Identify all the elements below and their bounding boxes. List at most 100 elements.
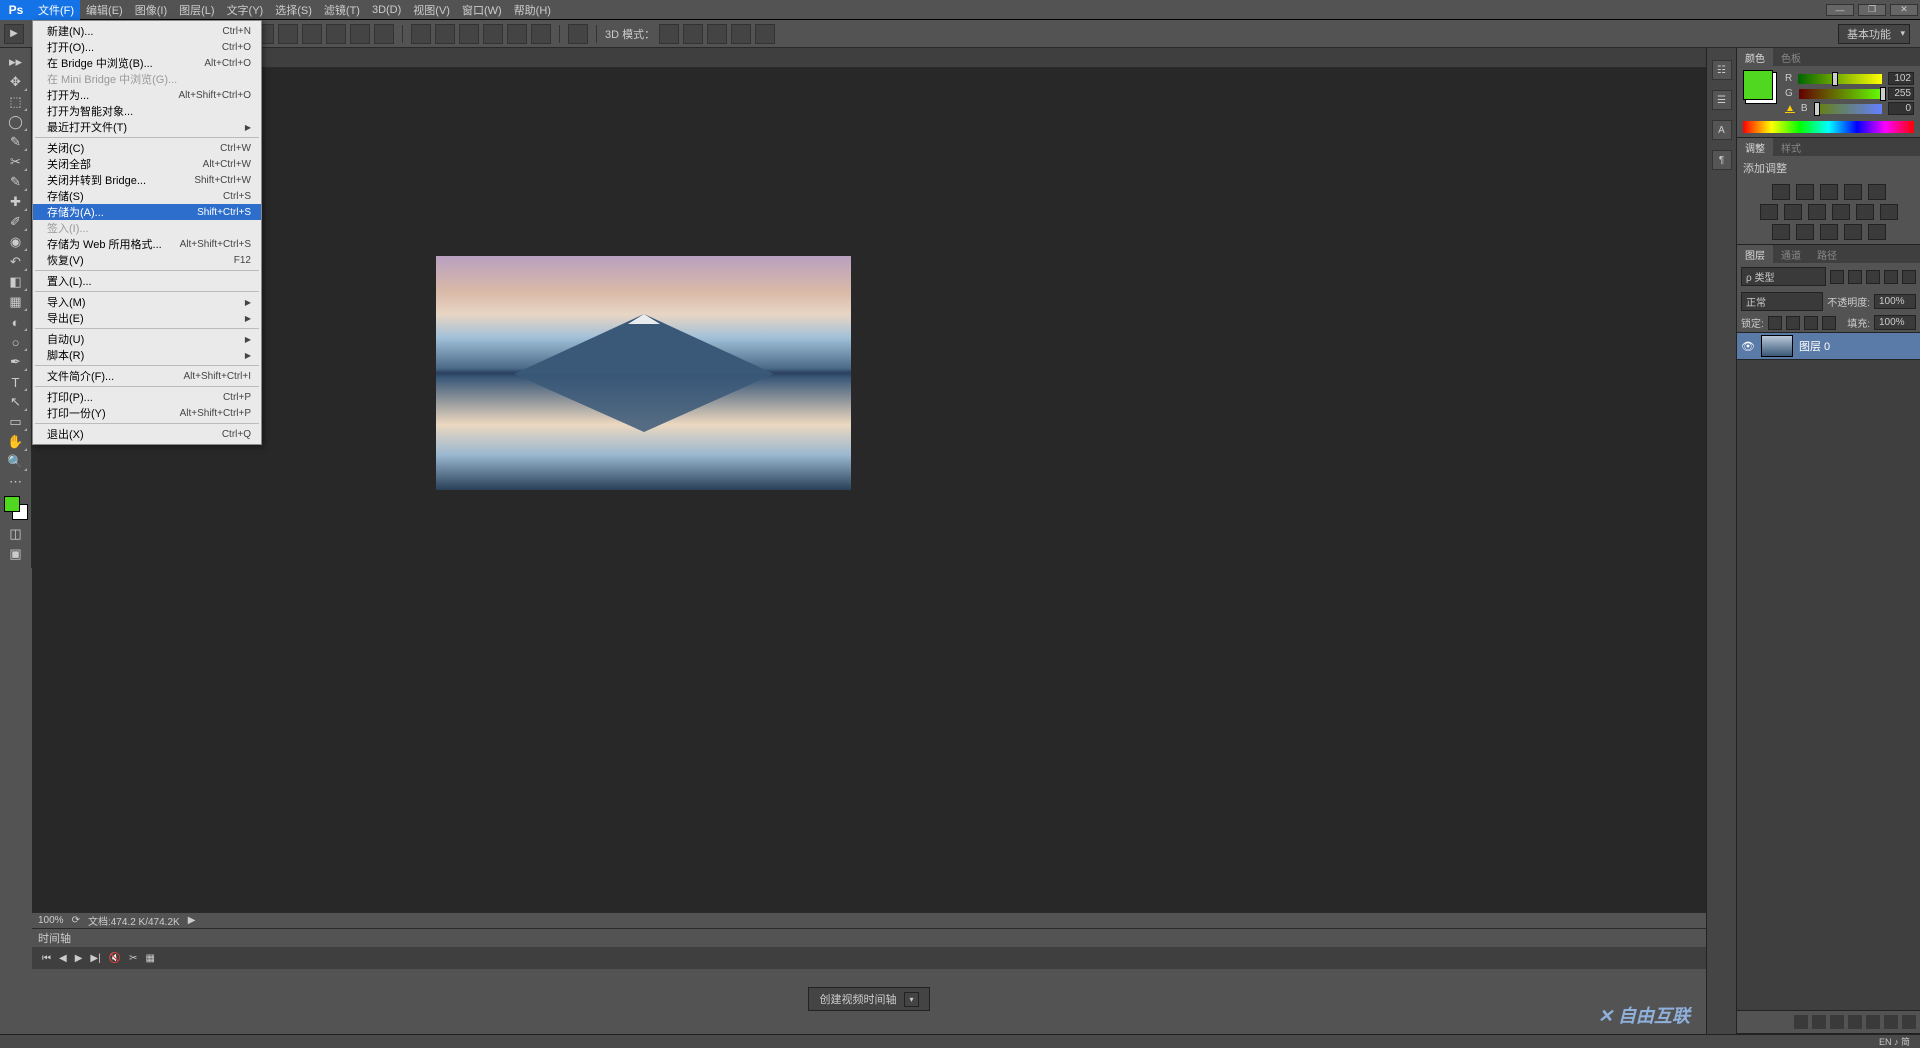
r-slider[interactable]	[1798, 74, 1882, 84]
zoom-level[interactable]: 100%	[38, 915, 64, 926]
menu-item[interactable]: 打开(O)...Ctrl+O	[33, 39, 261, 55]
menu-item[interactable]: 置入(L)...	[33, 273, 261, 289]
next-frame-icon[interactable]: ▶|	[90, 953, 100, 964]
menu-window[interactable]: 窗口(W)	[456, 0, 508, 20]
minimize-button[interactable]: —	[1826, 4, 1854, 16]
menu-item[interactable]: 关闭(C)Ctrl+W	[33, 140, 261, 156]
menu-item[interactable]: 导入(M)	[33, 294, 261, 310]
opacity-value[interactable]: 100%	[1874, 294, 1916, 309]
menu-item[interactable]: 自动(U)	[33, 331, 261, 347]
create-timeline-dropdown-icon[interactable]: ▾	[904, 992, 918, 1007]
align-top-icon[interactable]	[326, 24, 346, 44]
adjustments-tab[interactable]: 调整	[1737, 138, 1773, 156]
align-vcenter-icon[interactable]	[350, 24, 370, 44]
posterize-adj-icon[interactable]	[1796, 224, 1814, 240]
bw-adj-icon[interactable]	[1808, 204, 1826, 220]
lasso-tool-icon[interactable]: ◯	[4, 112, 28, 132]
gradientmap-adj-icon[interactable]	[1844, 224, 1862, 240]
menu-item[interactable]: 存储为(A)...Shift+Ctrl+S	[33, 204, 261, 220]
timeline-tab[interactable]: 时间轴	[32, 929, 1706, 947]
healing-brush-tool-icon[interactable]: ✚	[4, 192, 28, 212]
invert-adj-icon[interactable]	[1772, 224, 1790, 240]
tool-preset-icon[interactable]: ▶	[4, 24, 24, 44]
photofilter-adj-icon[interactable]	[1832, 204, 1850, 220]
menu-item[interactable]: 打开为...Alt+Shift+Ctrl+O	[33, 87, 261, 103]
zoom-icon[interactable]: ⟳	[72, 915, 80, 926]
channels-tab[interactable]: 通道	[1773, 245, 1809, 263]
hue-adj-icon[interactable]	[1760, 204, 1778, 220]
create-video-timeline-button[interactable]: 创建视频时间轴 ▾	[808, 987, 929, 1011]
new-fill-adj-icon[interactable]	[1848, 1015, 1862, 1029]
filter-adjust-icon[interactable]	[1848, 270, 1862, 284]
dodge-tool-icon[interactable]: ○	[4, 332, 28, 352]
menu-3d[interactable]: 3D(D)	[366, 0, 407, 20]
shape-tool-icon[interactable]: ▭	[4, 412, 28, 432]
new-layer-icon[interactable]	[1884, 1015, 1898, 1029]
channelmixer-adj-icon[interactable]	[1856, 204, 1874, 220]
marquee-tool-icon[interactable]: ⬚	[4, 92, 28, 112]
new-group-icon[interactable]	[1866, 1015, 1880, 1029]
doc-info-arrow-icon[interactable]: ▶	[188, 915, 196, 926]
align-hcenter-icon[interactable]	[278, 24, 298, 44]
3d-zoom-icon[interactable]	[755, 24, 775, 44]
layers-tab[interactable]: 图层	[1737, 245, 1773, 263]
selectivecolor-adj-icon[interactable]	[1868, 224, 1886, 240]
distribute-right-icon[interactable]	[531, 24, 551, 44]
menu-item[interactable]: 恢复(V)F12	[33, 252, 261, 268]
lock-all-icon[interactable]	[1822, 316, 1836, 330]
mute-icon[interactable]: 🔇	[109, 953, 121, 964]
b-value[interactable]: 0	[1888, 102, 1914, 115]
brightness-adj-icon[interactable]	[1772, 184, 1790, 200]
edit-toolbar-icon[interactable]: ⋯	[4, 472, 28, 492]
color-tab[interactable]: 颜色	[1737, 48, 1773, 66]
menu-view[interactable]: 视图(V)	[407, 0, 456, 20]
menu-file[interactable]: 文件(F)	[32, 0, 80, 20]
gradient-tool-icon[interactable]: ▦	[4, 292, 28, 312]
paths-tab[interactable]: 路径	[1809, 245, 1845, 263]
hand-tool-icon[interactable]: ✋	[4, 432, 28, 452]
menu-item[interactable]: 打印一份(Y)Alt+Shift+Ctrl+P	[33, 405, 261, 421]
distribute-top-icon[interactable]	[411, 24, 431, 44]
menu-item[interactable]: 在 Bridge 中浏览(B)...Alt+Ctrl+O	[33, 55, 261, 71]
split-icon[interactable]: ✂	[129, 953, 137, 964]
align-bottom-icon[interactable]	[374, 24, 394, 44]
layer-name[interactable]: 图层 0	[1799, 338, 1830, 354]
blur-tool-icon[interactable]: ◐	[4, 312, 28, 332]
exposure-adj-icon[interactable]	[1844, 184, 1862, 200]
levels-adj-icon[interactable]	[1796, 184, 1814, 200]
menu-item[interactable]: 存储为 Web 所用格式...Alt+Shift+Ctrl+S	[33, 236, 261, 252]
vibrance-adj-icon[interactable]	[1868, 184, 1886, 200]
filter-smart-icon[interactable]	[1902, 270, 1916, 284]
clone-stamp-tool-icon[interactable]: ◉	[4, 232, 28, 252]
distribute-vcenter-icon[interactable]	[435, 24, 455, 44]
curves-adj-icon[interactable]	[1820, 184, 1838, 200]
menu-layer[interactable]: 图层(L)	[173, 0, 220, 20]
goto-first-icon[interactable]: ⏮	[42, 953, 51, 964]
filter-type-icon[interactable]	[1866, 270, 1880, 284]
close-button[interactable]: ✕	[1890, 4, 1918, 16]
3d-roll-icon[interactable]	[683, 24, 703, 44]
r-value[interactable]: 102	[1888, 72, 1914, 85]
foreground-color[interactable]	[4, 496, 20, 512]
align-right-icon[interactable]	[302, 24, 322, 44]
layer-filter-kind[interactable]: ρ 类型	[1741, 267, 1826, 286]
maximize-button[interactable]: ❐	[1858, 4, 1886, 16]
zoom-tool-icon[interactable]: 🔍	[4, 452, 28, 472]
layer-fx-icon[interactable]	[1812, 1015, 1826, 1029]
menu-help[interactable]: 帮助(H)	[508, 0, 557, 20]
blend-mode-select[interactable]: 正常	[1741, 292, 1823, 311]
brush-tool-icon[interactable]: ✐	[4, 212, 28, 232]
colorbalance-adj-icon[interactable]	[1784, 204, 1802, 220]
3d-slide-icon[interactable]	[731, 24, 751, 44]
pen-tool-icon[interactable]: ✒	[4, 352, 28, 372]
menu-item[interactable]: 存储(S)Ctrl+S	[33, 188, 261, 204]
menu-item[interactable]: 打印(P)...Ctrl+P	[33, 389, 261, 405]
menu-item[interactable]: 导出(E)	[33, 310, 261, 326]
auto-align-icon[interactable]	[568, 24, 588, 44]
history-panel-icon[interactable]: ☷	[1712, 60, 1732, 80]
distribute-left-icon[interactable]	[483, 24, 503, 44]
quick-select-tool-icon[interactable]: ✎	[4, 132, 28, 152]
color-swatches[interactable]	[4, 496, 28, 520]
g-slider[interactable]	[1799, 89, 1882, 99]
3d-orbit-icon[interactable]	[659, 24, 679, 44]
